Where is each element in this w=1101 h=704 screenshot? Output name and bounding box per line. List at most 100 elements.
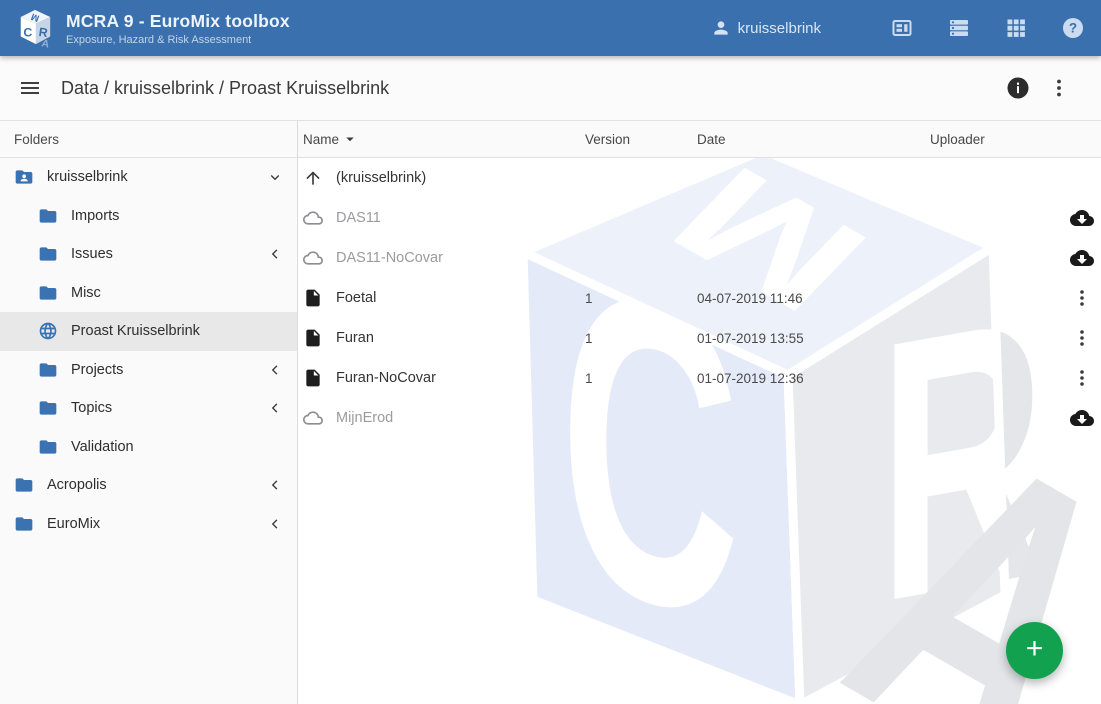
cloud-download-icon[interactable] [1070,406,1094,430]
info-icon[interactable] [1006,76,1030,100]
row-actions [1065,326,1099,350]
sidebar-item-label: Projects [71,362,123,378]
sidebar-item-issues[interactable]: Issues [0,235,297,274]
sidebar-item-label: Acropolis [47,477,107,493]
sidebar-item-label: EuroMix [47,516,100,532]
folder-icon [14,475,34,495]
row-name: Furan [336,330,374,346]
chevron-down-icon[interactable] [266,168,284,186]
app-bar-actions: kruisselbrink ? [711,16,1085,40]
table-row-kruisselbrink[interactable]: (kruisselbrink) [298,158,1101,198]
username: kruisselbrink [738,20,821,37]
row-date: 01-07-2019 12:36 [697,371,930,386]
table-row-das11[interactable]: DAS11 [298,198,1101,238]
svg-text:C: C [23,25,32,39]
table-row-mijnerod[interactable]: MijnErod [298,398,1101,438]
row-date: 04-07-2019 11:46 [697,291,930,306]
column-name-label: Name [303,132,339,147]
file-icon [303,368,323,388]
table-header: Name Version Date Uploader [298,121,1101,158]
sidebar-item-acropolis[interactable]: Acropolis [0,466,297,505]
row-name-cell: (kruisselbrink) [303,168,585,188]
table-row-furan[interactable]: Furan 101-07-2019 13:55 [298,318,1101,358]
sort-arrow-icon [341,130,359,148]
row-kebab-menu-icon[interactable] [1070,286,1094,310]
row-name: (kruisselbrink) [336,170,426,186]
column-header-uploader[interactable]: Uploader [930,132,1065,147]
arrow-up-icon [303,168,323,188]
sidebar-item-validation[interactable]: Validation [0,428,297,467]
folder-icon [38,206,58,226]
row-name-cell: DAS11 [303,208,585,228]
sidebar-item-label: Issues [71,246,113,262]
row-actions [1065,366,1099,390]
row-name: MijnErod [336,410,393,426]
main-area: Folders kruisselbrinkImportsIssuesMiscPr… [0,121,1101,704]
row-actions [1065,406,1099,430]
row-version: 1 [585,331,697,346]
row-name-cell: Furan-NoCovar [303,368,585,388]
globe-icon [38,321,58,341]
row-name-cell: Furan [303,328,585,348]
user-menu[interactable]: kruisselbrink [711,18,821,38]
sidebar-item-label: Topics [71,400,112,416]
cloud-icon [303,248,323,268]
row-name: Foetal [336,290,376,306]
folder-icon [14,514,34,534]
table-row-das11-nocovar[interactable]: DAS11-NoCovar [298,238,1101,278]
column-header-version[interactable]: Version [585,132,697,147]
svg-text:?: ? [1069,21,1077,36]
row-name-cell: Foetal [303,288,585,308]
sidebar-item-imports[interactable]: Imports [0,197,297,236]
add-button[interactable]: + [1006,622,1063,679]
sidebar-item-projects[interactable]: Projects [0,351,297,390]
file-table-body: (kruisselbrink)DAS11DAS11-NoCovarFoetal1… [298,158,1101,438]
layout-panel-icon[interactable] [890,16,914,40]
svg-text:A: A [41,38,51,48]
cloud-download-icon[interactable] [1070,206,1094,230]
folder-tree: kruisselbrink Imports Issues MiscProast Kru… [0,158,297,543]
sidebar-title: Folders [0,121,297,158]
mcra-logo-icon: M C R A [16,8,54,48]
table-row-furan-nocovar[interactable]: Furan-NoCovar101-07-2019 12:36 [298,358,1101,398]
page-kebab-menu-icon[interactable] [1047,76,1071,100]
sidebar-item-proast-kruisselbrink[interactable]: Proast Kruisselbrink [0,312,297,351]
column-header-date[interactable]: Date [697,132,930,147]
chevron-left-icon[interactable] [266,476,284,494]
sidebar-item-topics[interactable]: Topics [0,389,297,428]
cloud-download-icon[interactable] [1070,246,1094,270]
sidebar-item-euromix[interactable]: EuroMix [0,505,297,544]
chevron-left-icon[interactable] [266,245,284,263]
cloud-icon [303,408,323,428]
row-kebab-menu-icon[interactable] [1070,366,1094,390]
row-kebab-menu-icon[interactable] [1070,326,1094,350]
hamburger-menu-icon[interactable] [18,76,42,100]
chevron-left-icon[interactable] [266,361,284,379]
row-date: 01-07-2019 13:55 [697,331,930,346]
help-icon[interactable]: ? [1061,16,1085,40]
chevron-left-icon[interactable] [266,399,284,417]
dns-list-icon[interactable] [947,16,971,40]
sidebar-item-kruisselbrink[interactable]: kruisselbrink [0,158,297,197]
chevron-left-icon[interactable] [266,515,284,533]
row-name-cell: DAS11-NoCovar [303,248,585,268]
app-subtitle: Exposure, Hazard & Risk Assessment [66,34,290,46]
app-title: MCRA 9 - EuroMix toolbox [66,11,290,32]
folder-icon [38,283,58,303]
table-row-foetal[interactable]: Foetal104-07-2019 11:46 [298,278,1101,318]
column-header-name[interactable]: Name [303,130,585,148]
app-titles: MCRA 9 - EuroMix toolbox Exposure, Hazar… [66,11,290,46]
person-icon [711,18,731,38]
sidebar-item-label: Imports [71,208,119,224]
row-actions [1065,206,1099,230]
apps-grid-icon[interactable] [1004,16,1028,40]
row-version: 1 [585,371,697,386]
app-bar: M C R A MCRA 9 - EuroMix toolbox Exposur… [0,0,1101,56]
folder-shared-icon [14,167,34,187]
file-icon [303,328,323,348]
cloud-icon [303,208,323,228]
sidebar-item-misc[interactable]: Misc [0,274,297,313]
row-actions [1065,286,1099,310]
folders-sidebar: Folders kruisselbrinkImportsIssuesMiscPr… [0,121,298,704]
row-actions [1065,246,1099,270]
